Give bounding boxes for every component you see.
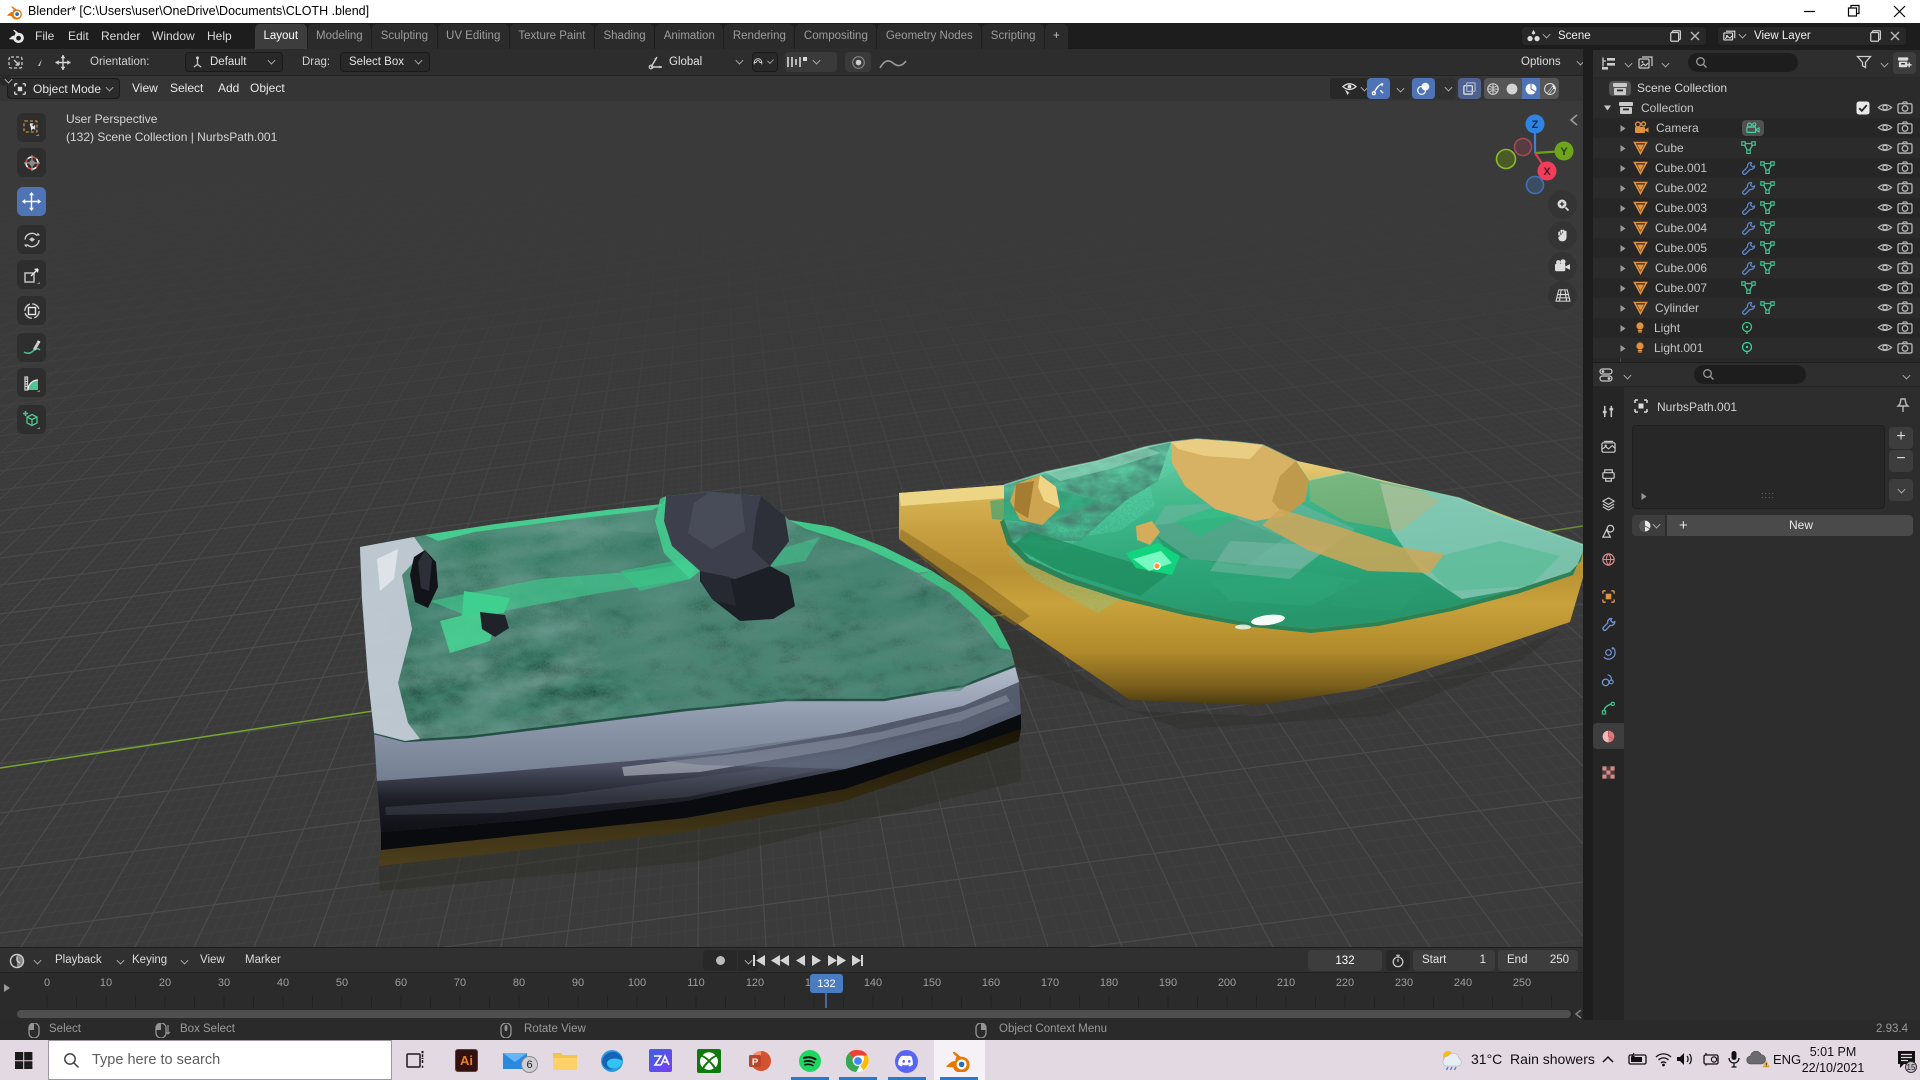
svg-text:Z: Z [1532,119,1539,131]
svg-text:Y: Y [1560,146,1568,158]
svg-text:X: X [1543,166,1551,178]
svg-text:15: 15 [1907,1063,1916,1072]
svg-text:P: P [752,1057,759,1068]
